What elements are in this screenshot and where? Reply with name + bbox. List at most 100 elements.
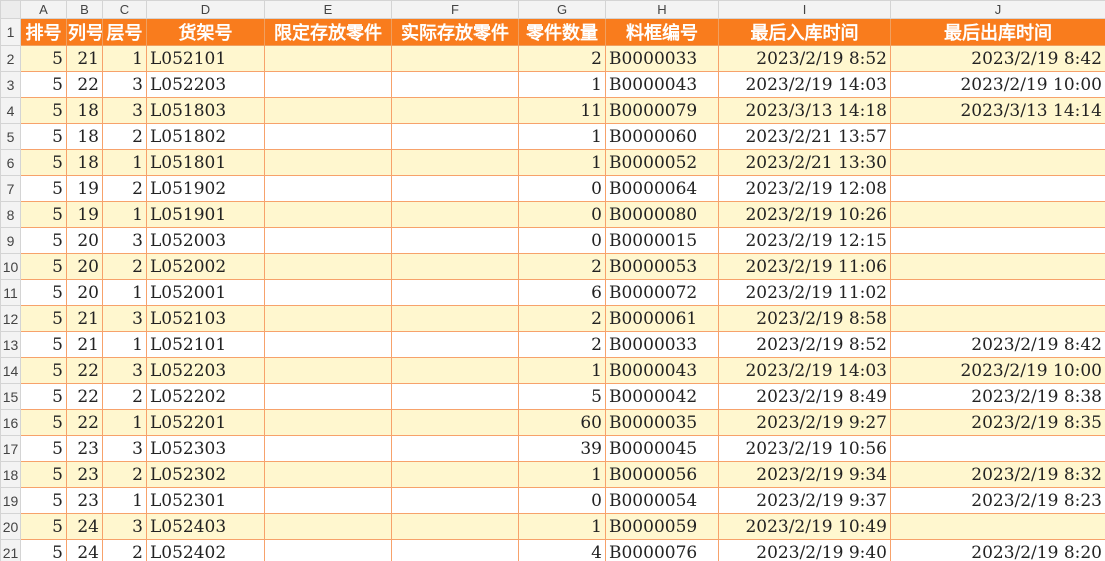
- row-number[interactable]: 9: [0, 227, 21, 254]
- cell[interactable]: 5: [20, 227, 67, 254]
- cell[interactable]: 2: [102, 123, 147, 150]
- cell[interactable]: 2023/2/19 8:38: [890, 383, 1105, 410]
- cell[interactable]: [264, 149, 392, 176]
- cell[interactable]: 2023/2/19 9:27: [718, 409, 891, 436]
- column-header-d[interactable]: D: [146, 0, 265, 19]
- cell[interactable]: [264, 253, 392, 280]
- cell[interactable]: 24: [66, 513, 103, 540]
- cell[interactable]: 3: [102, 71, 147, 98]
- cell[interactable]: L052001: [146, 279, 265, 306]
- column-header-a[interactable]: A: [20, 0, 67, 19]
- cell[interactable]: B0000060: [605, 123, 719, 150]
- cell[interactable]: 2023/2/19 12:08: [718, 175, 891, 202]
- cell[interactable]: 20: [66, 227, 103, 254]
- cell[interactable]: 5: [20, 71, 67, 98]
- row-number[interactable]: 21: [0, 539, 21, 561]
- cell[interactable]: 18: [66, 97, 103, 124]
- cell[interactable]: B0000072: [605, 279, 719, 306]
- cell[interactable]: [264, 409, 392, 436]
- cell[interactable]: 24: [66, 539, 103, 561]
- header-cell[interactable]: 层号: [102, 18, 147, 46]
- column-header-c[interactable]: C: [102, 0, 147, 19]
- cell[interactable]: 1: [518, 149, 606, 176]
- row-number[interactable]: 19: [0, 487, 21, 514]
- cell[interactable]: [264, 461, 392, 488]
- row-number[interactable]: 14: [0, 357, 21, 384]
- cell[interactable]: L052301: [146, 487, 265, 514]
- cell[interactable]: 2: [102, 461, 147, 488]
- cell[interactable]: B0000056: [605, 461, 719, 488]
- cell[interactable]: 5: [20, 149, 67, 176]
- row-number[interactable]: 13: [0, 331, 21, 358]
- cell[interactable]: 20: [66, 253, 103, 280]
- header-cell[interactable]: 实际存放零件: [391, 18, 519, 46]
- cell[interactable]: [890, 227, 1105, 254]
- cell[interactable]: 5: [20, 201, 67, 228]
- cell[interactable]: 2: [102, 383, 147, 410]
- cell[interactable]: 2023/2/19 10:26: [718, 201, 891, 228]
- cell[interactable]: 60: [518, 409, 606, 436]
- cell[interactable]: [890, 149, 1105, 176]
- cell[interactable]: [391, 383, 519, 410]
- cell[interactable]: [264, 227, 392, 254]
- column-header-j[interactable]: J: [890, 0, 1105, 19]
- cell[interactable]: 2023/2/19 14:03: [718, 71, 891, 98]
- row-number[interactable]: 12: [0, 305, 21, 332]
- cell[interactable]: [391, 227, 519, 254]
- cell[interactable]: L052202: [146, 383, 265, 410]
- cell[interactable]: B0000043: [605, 357, 719, 384]
- cell[interactable]: B0000015: [605, 227, 719, 254]
- row-number[interactable]: 20: [0, 513, 21, 540]
- cell[interactable]: 2023/2/19 8:32: [890, 461, 1105, 488]
- cell[interactable]: 20: [66, 279, 103, 306]
- header-cell[interactable]: 零件数量: [518, 18, 606, 46]
- cell[interactable]: L052402: [146, 539, 265, 561]
- cell[interactable]: 3: [102, 357, 147, 384]
- cell[interactable]: [391, 149, 519, 176]
- cell[interactable]: [391, 409, 519, 436]
- cell[interactable]: 1: [102, 149, 147, 176]
- cell[interactable]: L052302: [146, 461, 265, 488]
- cell[interactable]: 22: [66, 383, 103, 410]
- cell[interactable]: B0000035: [605, 409, 719, 436]
- cell[interactable]: 2023/2/21 13:57: [718, 123, 891, 150]
- cell[interactable]: 2023/2/19 8:35: [890, 409, 1105, 436]
- row-number[interactable]: 1: [0, 18, 21, 46]
- cell[interactable]: 5: [20, 97, 67, 124]
- cell[interactable]: 1: [518, 513, 606, 540]
- cell[interactable]: 5: [20, 45, 67, 72]
- cell[interactable]: [391, 201, 519, 228]
- column-header-e[interactable]: E: [264, 0, 392, 19]
- cell[interactable]: 1: [102, 487, 147, 514]
- cell[interactable]: 0: [518, 487, 606, 514]
- cell[interactable]: 3: [102, 305, 147, 332]
- cell[interactable]: [890, 279, 1105, 306]
- cell[interactable]: [391, 45, 519, 72]
- cell[interactable]: 21: [66, 305, 103, 332]
- cell[interactable]: [391, 71, 519, 98]
- cell[interactable]: [890, 513, 1105, 540]
- cell[interactable]: 2023/2/19 8:23: [890, 487, 1105, 514]
- cell[interactable]: B0000052: [605, 149, 719, 176]
- cell[interactable]: B0000033: [605, 331, 719, 358]
- cell[interactable]: 2023/3/13 14:14: [890, 97, 1105, 124]
- cell[interactable]: [391, 357, 519, 384]
- cell[interactable]: 0: [518, 227, 606, 254]
- cell[interactable]: B0000045: [605, 435, 719, 462]
- cell[interactable]: 5: [20, 331, 67, 358]
- row-number[interactable]: 11: [0, 279, 21, 306]
- cell[interactable]: [391, 435, 519, 462]
- cell[interactable]: [264, 97, 392, 124]
- cell[interactable]: L051902: [146, 175, 265, 202]
- cell[interactable]: [391, 175, 519, 202]
- header-cell[interactable]: 最后入库时间: [718, 18, 891, 46]
- cell[interactable]: [264, 383, 392, 410]
- cell[interactable]: 1: [518, 123, 606, 150]
- cell[interactable]: [264, 71, 392, 98]
- cell[interactable]: L052103: [146, 305, 265, 332]
- cell[interactable]: B0000079: [605, 97, 719, 124]
- cell[interactable]: 3: [102, 513, 147, 540]
- header-cell[interactable]: 排号: [20, 18, 67, 46]
- cell[interactable]: 18: [66, 123, 103, 150]
- cell[interactable]: 22: [66, 409, 103, 436]
